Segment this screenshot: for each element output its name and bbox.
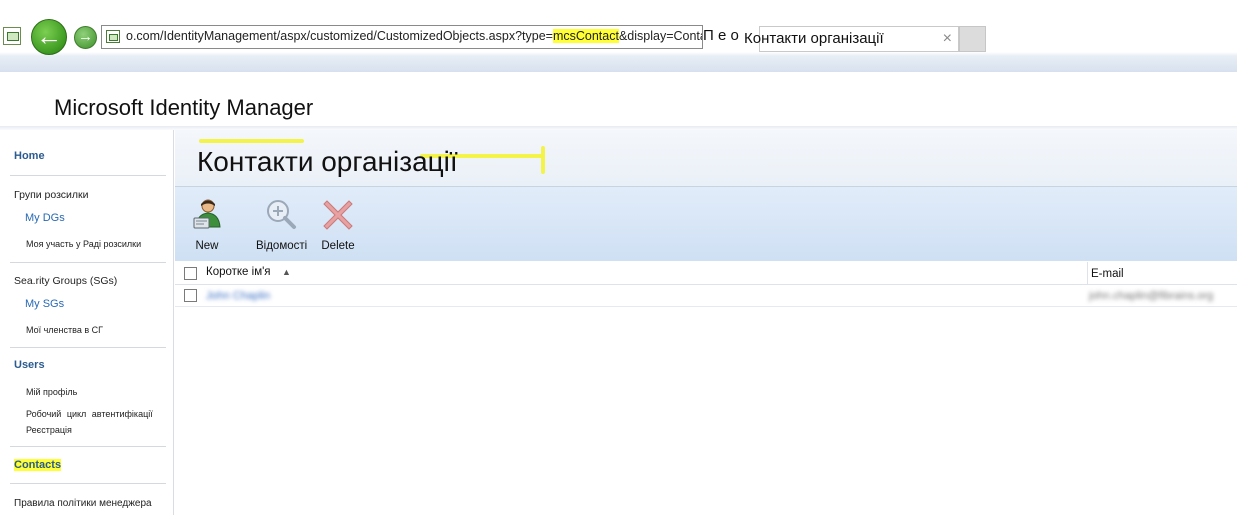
sidebar-item-contacts-label: Contacts [14,459,62,471]
title-band: Контакти організації [175,130,1237,187]
sidebar-item-my-dgs[interactable]: My DGs [25,212,65,224]
url-part: o.com/IdentityManagement/aspx/customized… [126,29,553,43]
forward-button[interactable]: → [74,26,97,49]
back-button[interactable]: ← [31,19,67,55]
delete-button[interactable]: Delete [320,197,356,252]
sidebar-item-home[interactable]: Home [14,150,45,162]
new-button-label: New [195,240,219,252]
tab-title: Контакти організації [744,30,884,47]
app-title: Microsoft Identity Manager [54,95,314,120]
details-button-label: Відомості [256,240,308,252]
sidebar-item-my-profile[interactable]: Мій профіль [26,387,77,397]
sidebar-item-auth-workflow[interactable]: Робочий цикл автентифікації [26,409,153,419]
url-part: &display=Contact [618,29,702,43]
sidebar-item-contacts[interactable]: Contacts [12,459,63,471]
cell-name-link[interactable]: John Chaplin [206,290,270,302]
toolbar: New Відомості Delete [175,187,1237,261]
browser-tab[interactable]: Контакти організації × [744,26,959,52]
sidebar-group-distribution: Групи розсилки [14,189,89,201]
app-header: Microsoft Identity Manager [0,72,1237,128]
delete-button-label: Delete [321,240,355,252]
forward-arrow-icon: → [78,28,93,45]
column-divider[interactable] [1087,262,1088,284]
url-text: o.com/IdentityManagement/aspx/customized… [126,29,702,43]
table-row[interactable]: John Chaplin john.chaplin@fibrains.org [175,285,1237,307]
select-all-checkbox[interactable] [184,267,197,280]
column-header-email[interactable]: E-mail [1091,268,1124,280]
sidebar: Home Групи розсилки My DGs Моя участь у … [0,130,174,515]
sidebar-item-registration[interactable]: Реєстрація [26,425,72,435]
details-button[interactable]: Відомості [256,197,308,252]
sidebar-group-security: Sea.rity Groups (SGs) [14,275,118,287]
tab-prefix: П е о [703,27,739,44]
divider [10,446,166,447]
sidebar-item-my-sgs[interactable]: My SGs [25,298,64,310]
delete-x-icon [323,200,353,230]
divider [10,483,166,484]
sort-ascending-icon: ▲ [282,267,291,277]
highlight-mark [541,146,545,174]
grid-header: Коротке ім'я ▲ E-mail [175,262,1237,285]
row-checkbox[interactable] [184,289,197,302]
sidebar-item-my-sg-membership[interactable]: Мої членства в СГ [26,325,103,335]
sidebar-item-my-dg-membership[interactable]: Моя участь у Раді розсилки [26,239,141,249]
url-highlight: mcsContact [552,29,619,43]
site-icon [106,30,120,43]
divider [10,347,166,348]
cell-email: john.chaplin@fibrains.org [1089,290,1214,302]
address-bar[interactable]: o.com/IdentityManagement/aspx/customized… [101,25,703,49]
new-button[interactable]: New [191,197,223,252]
close-icon[interactable]: × [943,30,952,48]
browser-chrome: ← → o.com/IdentityManagement/aspx/custom… [0,0,1237,72]
new-tab-button[interactable] [959,26,986,52]
divider [10,175,166,176]
sidebar-item-users[interactable]: Users [14,359,45,371]
back-arrow-icon: ← [36,21,62,51]
divider [10,262,166,263]
magnifier-plus-icon [267,200,296,229]
new-user-icon [193,199,221,229]
highlight-mark [199,139,304,143]
column-header-name[interactable]: Коротке ім'я [206,266,271,278]
page-title: Контакти організації [197,146,458,177]
sidebar-item-policy-rules[interactable]: Правила політики менеджера [14,498,152,509]
page-icon [3,27,21,45]
